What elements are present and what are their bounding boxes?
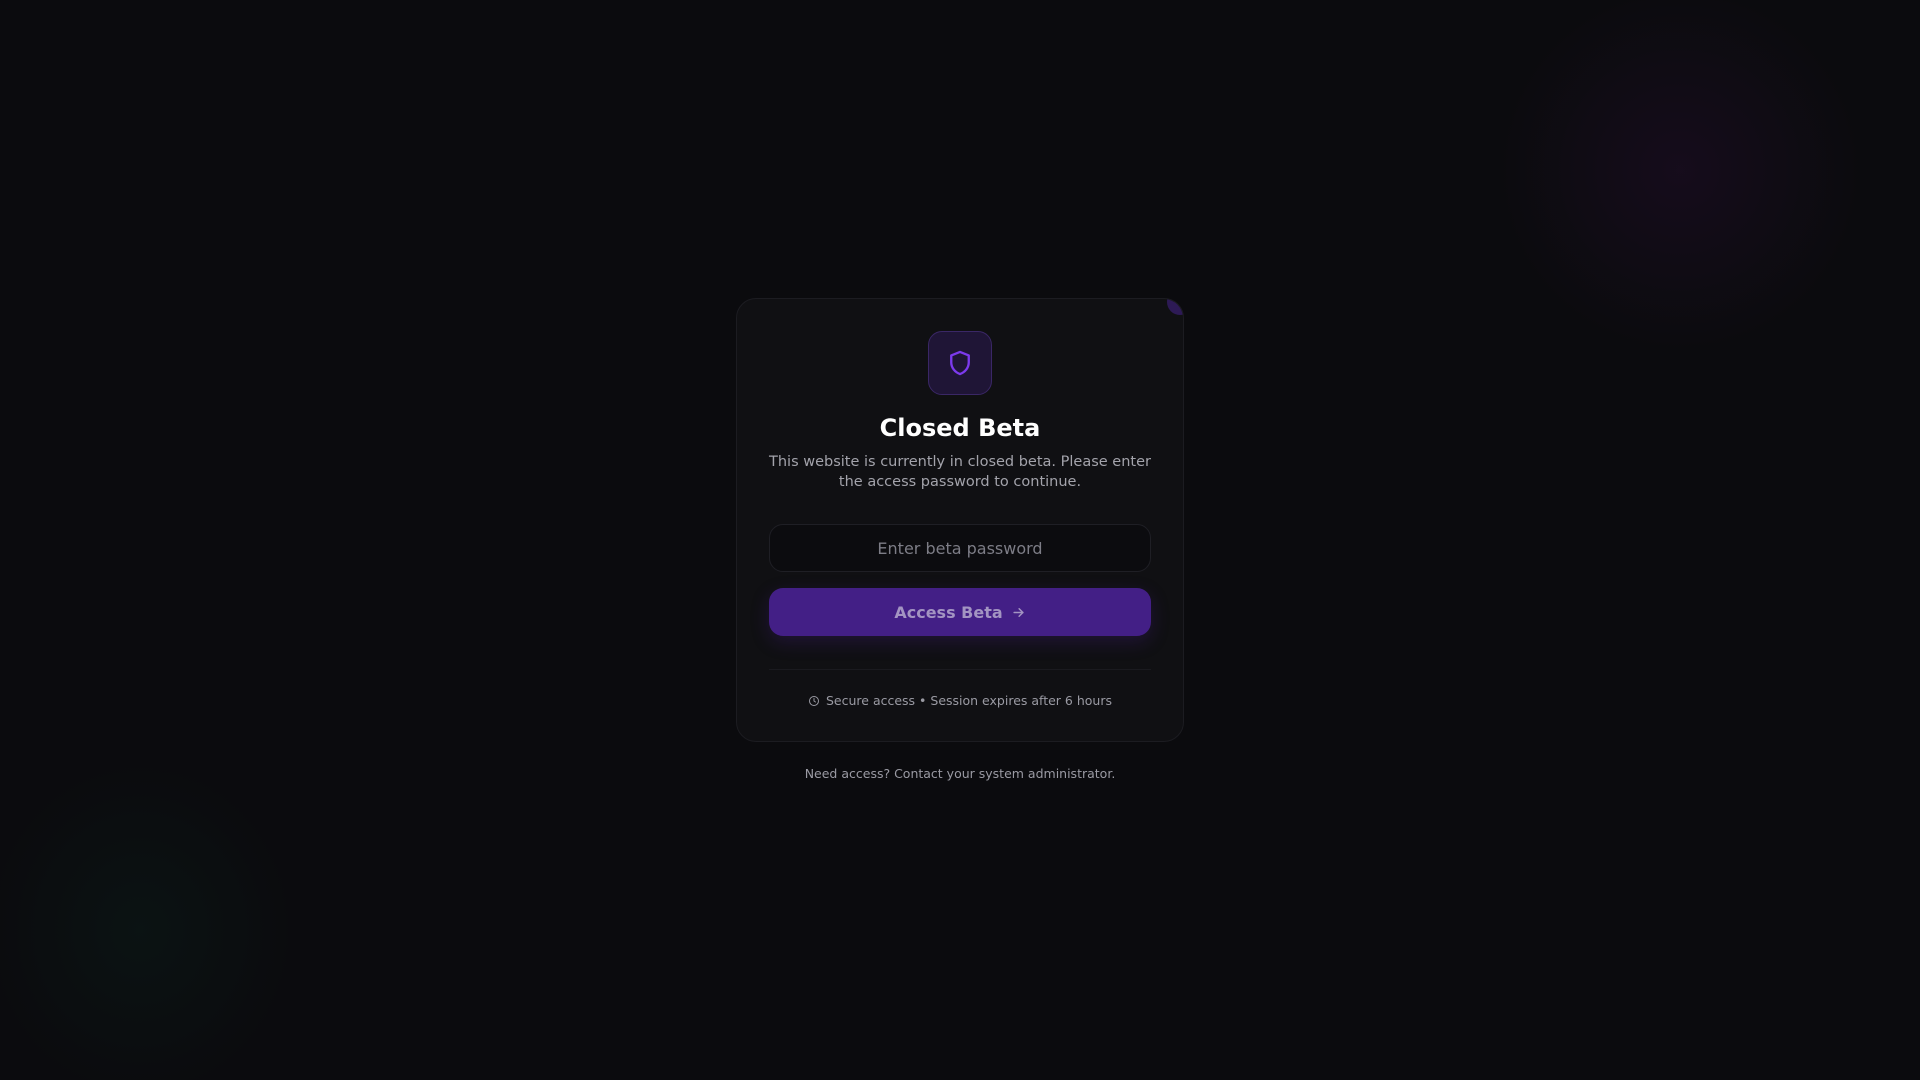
corner-accent <box>1167 299 1183 315</box>
session-note: Secure access • Session expires after 6 … <box>737 693 1183 709</box>
clock-icon <box>809 696 819 706</box>
page: Closed Beta This website is currently in… <box>0 0 1920 1080</box>
shield-badge <box>928 331 992 395</box>
shield-icon <box>950 350 970 376</box>
session-note-text: Secure access • Session expires after 6 … <box>826 693 1112 708</box>
help-text: Need access? Contact your system adminis… <box>804 766 1116 781</box>
access-beta-label: Access Beta <box>894 602 1003 622</box>
beta-access-card: Closed Beta This website is currently in… <box>736 298 1184 742</box>
access-beta-button[interactable]: Access Beta <box>769 588 1151 636</box>
page-title: Closed Beta <box>879 414 1041 442</box>
divider <box>769 669 1151 670</box>
beta-password-input[interactable] <box>769 524 1151 572</box>
page-subtitle: This website is currently in closed beta… <box>769 454 1151 490</box>
arrow-right-icon <box>1013 607 1024 617</box>
